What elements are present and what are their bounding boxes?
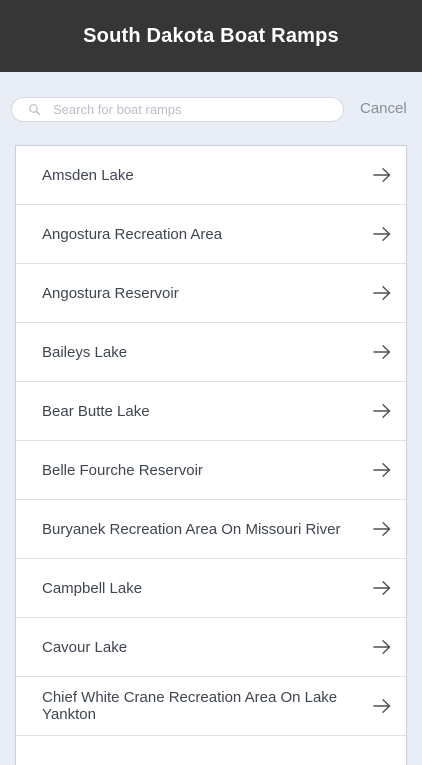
arrow-right-icon (373, 403, 391, 419)
arrow-right-icon (373, 167, 391, 183)
list-item-label: Amsden Lake (42, 166, 134, 184)
search-input[interactable] (53, 99, 323, 120)
arrow-right-icon (373, 462, 391, 478)
list-item[interactable]: Baileys Lake (16, 323, 406, 382)
list-item[interactable]: Buryanek Recreation Area On Missouri Riv… (16, 500, 406, 559)
search-field[interactable] (11, 97, 344, 122)
arrow-right-icon (373, 580, 391, 596)
list-item-label: Bear Butte Lake (42, 402, 150, 420)
list-item[interactable]: Chief White Crane Recreation Area On Lak… (16, 677, 406, 736)
search-icon (28, 103, 42, 117)
list-item[interactable]: Angostura Recreation Area (16, 205, 406, 264)
list-item-label: Baileys Lake (42, 343, 128, 361)
list-item[interactable]: Angostura Reservoir (16, 264, 406, 323)
app-header: South Dakota Boat Ramps (0, 0, 422, 72)
list-item-label: Angostura Reservoir (42, 284, 179, 302)
boat-ramp-list: Amsden Lake Angostura Recreation Area Ango… (15, 145, 407, 765)
arrow-right-icon (373, 226, 391, 242)
arrow-right-icon (373, 285, 391, 301)
arrow-right-icon (373, 639, 391, 655)
page-title: South Dakota Boat Ramps (83, 24, 339, 47)
arrow-right-icon (373, 344, 391, 360)
list-item-label: Buryanek Recreation Area On Missouri Riv… (42, 520, 341, 538)
arrow-right-icon (373, 698, 391, 714)
list-item[interactable]: Campbell Lake (16, 559, 406, 618)
list-item-label: Angostura Recreation Area (42, 225, 223, 243)
arrow-right-icon (373, 521, 391, 537)
list-item-label: Chief White Crane Recreation Area On Lak… (42, 689, 338, 723)
list-item[interactable]: Amsden Lake (16, 146, 406, 205)
search-bar: Cancel (0, 72, 422, 146)
list-item-label: Campbell Lake (42, 579, 143, 597)
list-item[interactable]: Cavour Lake (16, 618, 406, 677)
list-item-label: Belle Fourche Reservoir (42, 461, 203, 479)
list-item[interactable]: Belle Fourche Reservoir (16, 441, 406, 500)
list-item-label: Cavour Lake (42, 638, 128, 656)
list-item[interactable]: Bear Butte Lake (16, 382, 406, 441)
cancel-button[interactable]: Cancel (360, 100, 407, 120)
